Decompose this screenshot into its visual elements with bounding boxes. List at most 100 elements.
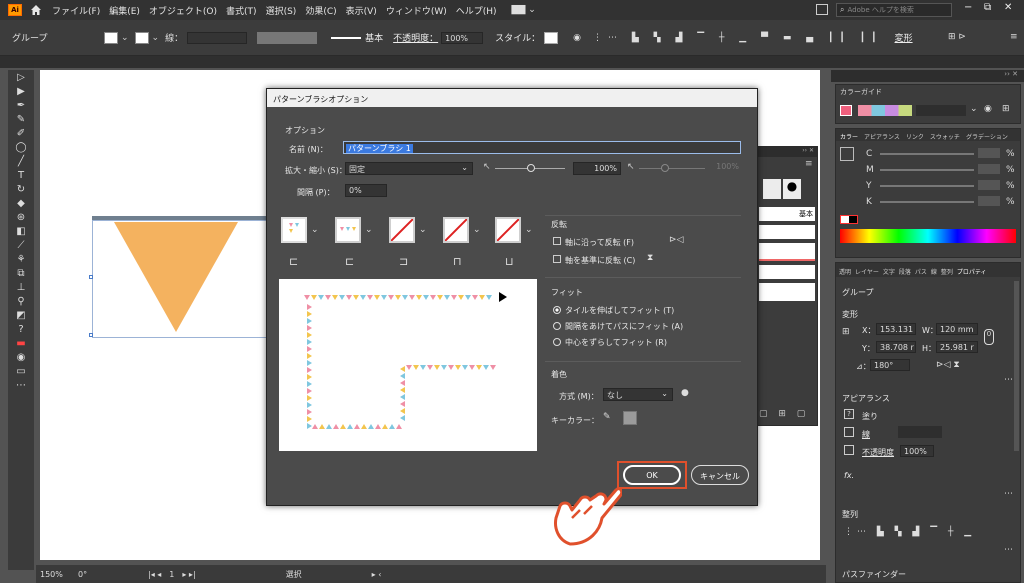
dock-collapse-strip[interactable]: ›› ✕ [831,70,1024,82]
status-mode[interactable]: 選択 [286,569,302,580]
pencil-tool-icon[interactable]: ╱ [8,154,34,168]
rotate-view[interactable]: 0° [78,570,118,579]
draw-mode-icon[interactable]: ◉ [8,350,34,364]
h-field[interactable]: 25.981 r [936,341,978,353]
anchor-point[interactable] [89,275,93,279]
artboard-nav-first-icon[interactable]: |◂ ◂ [148,570,161,579]
flip-across-checkbox[interactable] [553,255,561,263]
artboard-tool-icon[interactable]: ⊥ [8,280,34,294]
stroke-style-label[interactable]: 基本 [365,31,383,44]
more-options-icon[interactable]: ⋯ [1004,375,1013,385]
eraser-tool-icon[interactable]: ◆ [8,196,34,210]
shape-builder-tool-icon[interactable]: ◧ [8,224,34,238]
menu-edit[interactable]: 編集(E) [109,4,140,17]
fx-button[interactable]: fx. [844,471,854,480]
graphic-style-swatch[interactable] [544,31,559,44]
opacity-field[interactable]: 100% [441,31,484,44]
end-tile-selector[interactable] [495,217,521,243]
brush-stroke[interactable] [759,283,815,301]
chevron-down-icon[interactable]: ⌄ [970,104,978,114]
tab-transparency[interactable]: 透明 [839,267,851,276]
panel-menu-icon[interactable]: ≡ [805,159,813,169]
opacity-label[interactable]: 不透明度 [862,447,894,458]
rotate-tool-icon[interactable]: ↻ [8,182,34,196]
blend-tool-icon[interactable]: ⚘ [8,252,34,266]
opacity-field[interactable]: 100% [900,445,934,457]
brush-tile[interactable] [763,179,781,199]
chevron-down-icon[interactable]: ⌄ [419,225,427,235]
workspace-switcher-icon[interactable]: ▇▇ ⌄ [512,5,536,15]
color-guide-tab[interactable]: カラーガイド [840,87,882,97]
direct-selection-tool-icon[interactable]: ▶ [8,84,34,98]
harmony-swatch-strip[interactable] [858,105,912,116]
align-icons[interactable]: ⋮⋯ ▙ ▚ ▟ ▔ ┼ ▁ ▀ ▬ ▄ ┃┃ ┃┃ [593,33,883,43]
channel-field[interactable] [978,180,1000,190]
zoom-tool-icon[interactable]: ⚲ [8,294,34,308]
minimize-button[interactable]: − [964,2,972,13]
tab-paragraph[interactable]: 段落 [899,267,911,276]
reference-point-icon[interactable]: ⊞ [842,327,850,337]
chevron-down-icon[interactable]: ⌄ [311,225,319,235]
flip-icons[interactable]: ⊳◁ ⧗ [936,360,960,370]
flip-along-checkbox[interactable] [553,237,561,245]
cancel-button[interactable]: キャンセル [691,465,749,485]
orange-triangle[interactable] [114,222,238,334]
key-color-swatch[interactable] [623,411,637,425]
fit-radio-space[interactable] [553,322,561,330]
slider-thumb[interactable] [527,164,535,172]
more-options-icon[interactable]: ⋯ [1004,545,1013,555]
status-scroll[interactable]: ▸ ‹ [372,570,382,579]
menu-object[interactable]: オブジェクト(O) [149,4,217,17]
fill-help-icon[interactable]: ? [844,409,854,419]
opacity-swatch-icon[interactable] [844,445,854,455]
harmony-rules-dropdown[interactable] [916,105,966,116]
tab-links[interactable]: リンク [906,132,924,141]
inner-corner-tile-selector[interactable] [389,217,415,243]
tips-bulb-icon[interactable]: ● [681,388,689,398]
menu-type[interactable]: 書式(T) [226,4,257,17]
color-mode-icon[interactable]: ▬ [8,336,34,350]
scale-field[interactable]: 100% [573,162,621,175]
channel-field[interactable] [978,196,1000,206]
scale-slider[interactable] [495,164,565,172]
brush-stroke[interactable] [759,243,815,261]
brush-basic-row[interactable]: 基本 [759,207,815,221]
fit-option-stretch[interactable]: タイルを伸ばしてフィット (T) [565,305,674,316]
x-field[interactable]: 153.131 [876,323,916,335]
menu-view[interactable]: 表示(V) [346,4,377,17]
tab-swatches[interactable]: スウォッチ [930,132,960,141]
menu-help[interactable]: ヘルプ(H) [456,4,497,17]
fill-stroke-icon[interactable]: ◩ [8,308,34,322]
brush-panel-buttons[interactable]: ▢ ⊞ ▢ [759,409,809,419]
selection-tool-icon[interactable]: ▷ [8,70,34,84]
more-tools-icon[interactable]: ⋯ [8,378,34,392]
tab-appearance[interactable]: アピアランス [864,132,900,141]
channel-slider[interactable] [880,169,974,171]
menu-file[interactable]: ファイル(F) [52,4,100,17]
anchor-tool-icon[interactable]: ✐ [8,126,34,140]
tab-path[interactable]: パス [915,267,927,276]
name-field[interactable]: パターンブラシ 1 [343,141,741,154]
angle-field[interactable]: 180° [870,359,910,371]
opacity-label[interactable]: 不透明度： [393,31,438,44]
stroke-label[interactable]: 線 [862,429,870,440]
search-box[interactable]: ⌕ Adobe ヘルプを検索 [836,3,952,17]
guide-base-swatch[interactable] [840,105,852,116]
more-options-icon[interactable]: ⋯ [1004,489,1013,499]
transform-label[interactable]: 変形 [895,31,913,44]
screen-mode-icon[interactable]: ▭ [8,364,34,378]
artboard-nav-next-icon[interactable]: ▸ ▸| [182,570,195,579]
scale-mode-select[interactable]: 固定 ⌄ [345,162,473,175]
curvature-tool-icon[interactable]: ✎ [8,112,34,126]
recolor-icon[interactable]: ◉ [573,33,581,43]
brush-stroke[interactable] [759,225,815,239]
spectrum-bar[interactable] [840,229,1016,243]
w-field[interactable]: 120 mm [936,323,978,335]
line-weight-stepper[interactable] [187,31,248,44]
brush-tile[interactable]: ● [783,179,801,199]
fit-radio-stretch[interactable] [553,306,561,314]
tab-gradient[interactable]: グラデーション [966,132,1008,141]
artboard-number[interactable]: 1 [169,570,174,579]
chevron-down-icon[interactable]: ⌄ [473,225,481,235]
pen-tool-icon[interactable]: ✒ [8,98,34,112]
